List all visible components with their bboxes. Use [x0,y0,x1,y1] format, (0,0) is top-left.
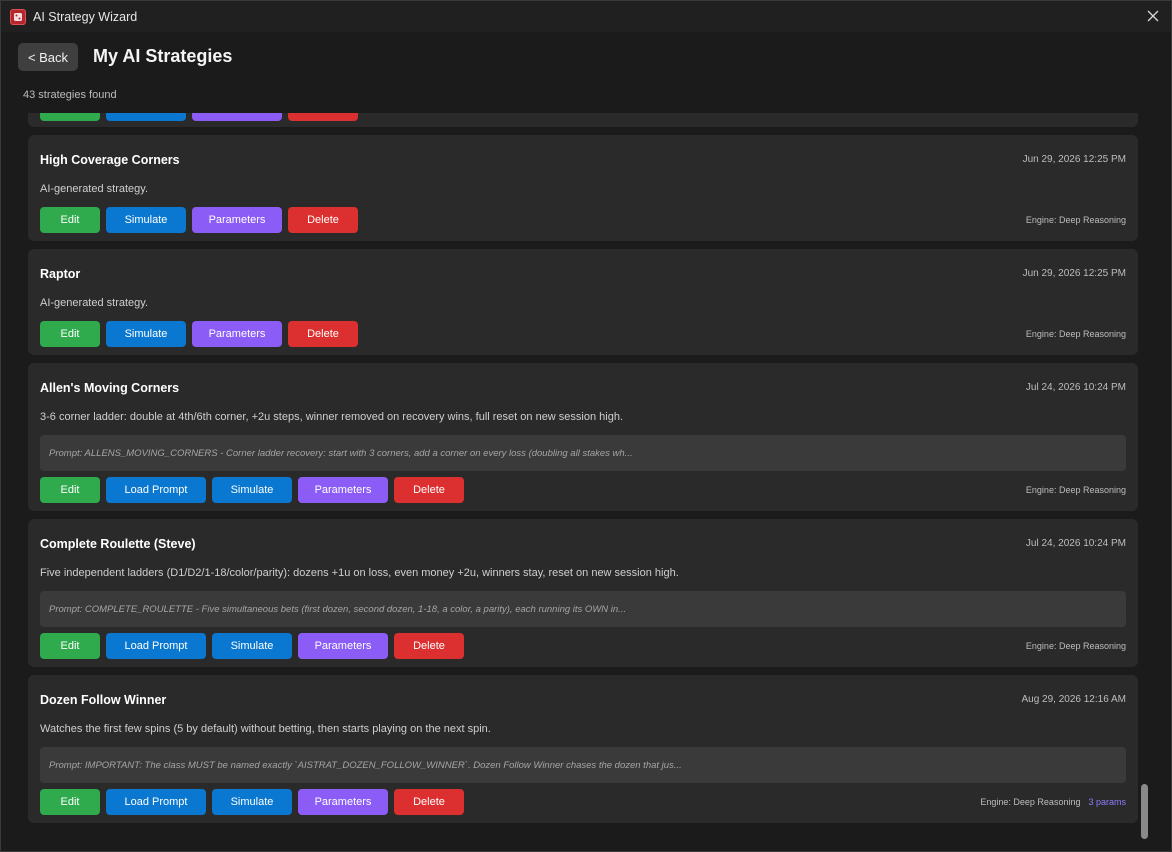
strategy-list: Edit Simulate Parameters Delete Engine: … [28,113,1138,831]
simulate-button[interactable]: Simulate [212,477,292,503]
delete-button[interactable]: Delete [394,633,464,659]
simulate-button[interactable]: Simulate [212,633,292,659]
strategy-list-viewport[interactable]: Edit Simulate Parameters Delete Engine: … [28,113,1138,851]
simulate-button[interactable]: Simulate [106,113,186,121]
parameters-button[interactable]: Parameters [298,789,388,815]
card-actions: Edit Simulate Parameters Delete [40,113,358,121]
card-actions: Edit Simulate Parameters Delete [40,207,358,233]
strategy-card: High Coverage Corners Jun 29, 2026 12:25… [28,135,1138,241]
strategy-name: Raptor [40,267,81,281]
strategy-name: High Coverage Corners [40,153,180,167]
page-title: My AI Strategies [93,46,233,66]
strategy-card: Dozen Follow Winner Aug 29, 2026 12:16 A… [28,675,1138,823]
page-header: < Back My AI Strategies 43 strategies fo… [1,32,1171,113]
prompt-preview: Prompt: IMPORTANT: The class MUST be nam… [40,747,1126,783]
prompt-text: Prompt: COMPLETE_ROULETTE - Five simulta… [49,603,627,615]
scrollbar-thumb[interactable] [1141,784,1148,839]
strategy-description: AI-generated strategy. [40,297,149,309]
load-prompt-button[interactable]: Load Prompt [106,477,206,503]
edit-button[interactable]: Edit [40,633,100,659]
strategy-date: Jun 29, 2026 12:25 PM [1022,154,1126,165]
simulate-button[interactable]: Simulate [212,789,292,815]
prompt-preview: Prompt: ALLENS_MOVING_CORNERS - Corner l… [40,435,1126,471]
back-button[interactable]: < Back [18,43,78,71]
strategy-count: 43 strategies found [23,89,117,101]
strategy-card: Edit Simulate Parameters Delete Engine: … [28,113,1138,127]
engine-label: Engine: Deep Reasoning [1025,641,1126,651]
app-window: AI Strategy Wizard < Back My AI Strategi… [0,0,1172,852]
strategy-date: Jun 29, 2026 12:25 PM [1022,268,1126,279]
delete-button[interactable]: Delete [288,113,358,121]
prompt-text: Prompt: IMPORTANT: The class MUST be nam… [49,759,682,771]
close-icon[interactable] [1145,8,1161,24]
parameters-button[interactable]: Parameters [192,207,282,233]
strategy-date: Aug 29, 2026 12:16 AM [1021,694,1126,705]
strategy-card: Raptor Jun 29, 2026 12:25 PM AI-generate… [28,249,1138,355]
engine-label: Engine: Deep Reasoning [1025,215,1126,225]
engine-label: Engine: Deep Reasoning [1025,485,1126,495]
edit-button[interactable]: Edit [40,207,100,233]
strategy-description: AI-generated strategy. [40,183,149,195]
card-actions: Edit Simulate Parameters Delete [40,321,358,347]
card-actions: Edit Load Prompt Simulate Parameters Del… [40,789,464,815]
strategy-description: Watches the first few spins (5 by defaul… [40,723,491,735]
strategy-card: Allen's Moving Corners Jul 24, 2026 10:2… [28,363,1138,511]
card-actions: Edit Load Prompt Simulate Parameters Del… [40,477,464,503]
edit-button[interactable]: Edit [40,113,100,121]
load-prompt-button[interactable]: Load Prompt [106,633,206,659]
parameters-button[interactable]: Parameters [192,113,282,121]
edit-button[interactable]: Edit [40,321,100,347]
delete-button[interactable]: Delete [288,321,358,347]
strategy-card: Complete Roulette (Steve) Jul 24, 2026 1… [28,519,1138,667]
prompt-preview: Prompt: COMPLETE_ROULETTE - Five simulta… [40,591,1126,627]
load-prompt-button[interactable]: Load Prompt [106,789,206,815]
strategy-date: Jul 24, 2026 10:24 PM [1025,538,1126,549]
engine-label: Engine: Deep Reasoning 3 params [980,797,1126,807]
params-count-badge[interactable]: 3 params [1088,797,1126,807]
strategy-name: Dozen Follow Winner [40,693,167,707]
simulate-button[interactable]: Simulate [106,321,186,347]
delete-button[interactable]: Delete [394,789,464,815]
parameters-button[interactable]: Parameters [192,321,282,347]
card-actions: Edit Load Prompt Simulate Parameters Del… [40,633,464,659]
strategy-date: Jul 24, 2026 10:24 PM [1025,382,1126,393]
strategy-description: 3-6 corner ladder: double at 4th/6th cor… [40,411,624,423]
delete-button[interactable]: Delete [288,207,358,233]
app-logo-icon [10,8,26,25]
edit-button[interactable]: Edit [40,477,100,503]
parameters-button[interactable]: Parameters [298,477,388,503]
strategy-description: Five independent ladders (D1/D2/1-18/col… [40,567,679,579]
delete-button[interactable]: Delete [394,477,464,503]
parameters-button[interactable]: Parameters [298,633,388,659]
prompt-text: Prompt: ALLENS_MOVING_CORNERS - Corner l… [49,447,633,459]
simulate-button[interactable]: Simulate [106,207,186,233]
strategy-name: Complete Roulette (Steve) [40,537,196,551]
window-title: AI Strategy Wizard [33,9,138,24]
engine-label: Engine: Deep Reasoning [1025,329,1126,339]
strategy-name: Allen's Moving Corners [40,381,180,395]
title-bar: AI Strategy Wizard [1,1,1171,32]
edit-button[interactable]: Edit [40,789,100,815]
